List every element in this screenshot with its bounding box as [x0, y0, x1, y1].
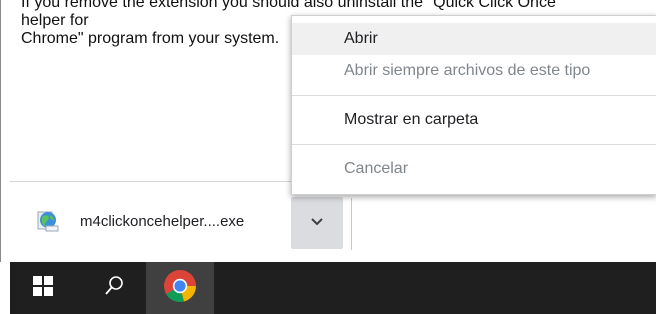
chrome-taskbar-button[interactable] — [146, 262, 214, 314]
taskbar — [10, 262, 656, 314]
menu-item-show-in-folder[interactable]: Mostrar en carpeta — [292, 104, 656, 136]
menu-separator — [292, 95, 656, 96]
globe-file-icon — [36, 209, 60, 233]
item-separator — [351, 198, 352, 250]
download-context-menu: Abrir Abrir siempre archivos de este tip… — [291, 15, 656, 195]
windows-start-icon — [32, 275, 54, 302]
start-button[interactable] — [10, 262, 76, 314]
menu-item-cancel[interactable]: Cancelar — [292, 153, 656, 185]
chevron-down-icon — [310, 214, 324, 232]
menu-item-always-open[interactable]: Abrir siempre archivos de este tipo — [292, 55, 656, 87]
download-file-name: m4clickoncehelper....exe — [80, 212, 245, 230]
menu-item-abrir[interactable]: Abrir — [292, 23, 656, 55]
menu-separator — [292, 144, 656, 145]
search-button[interactable] — [80, 262, 148, 314]
download-item[interactable]: m4clickoncehelper....exe — [36, 210, 244, 232]
chrome-icon — [163, 269, 197, 308]
search-icon — [103, 275, 125, 302]
download-options-button[interactable] — [291, 197, 343, 249]
